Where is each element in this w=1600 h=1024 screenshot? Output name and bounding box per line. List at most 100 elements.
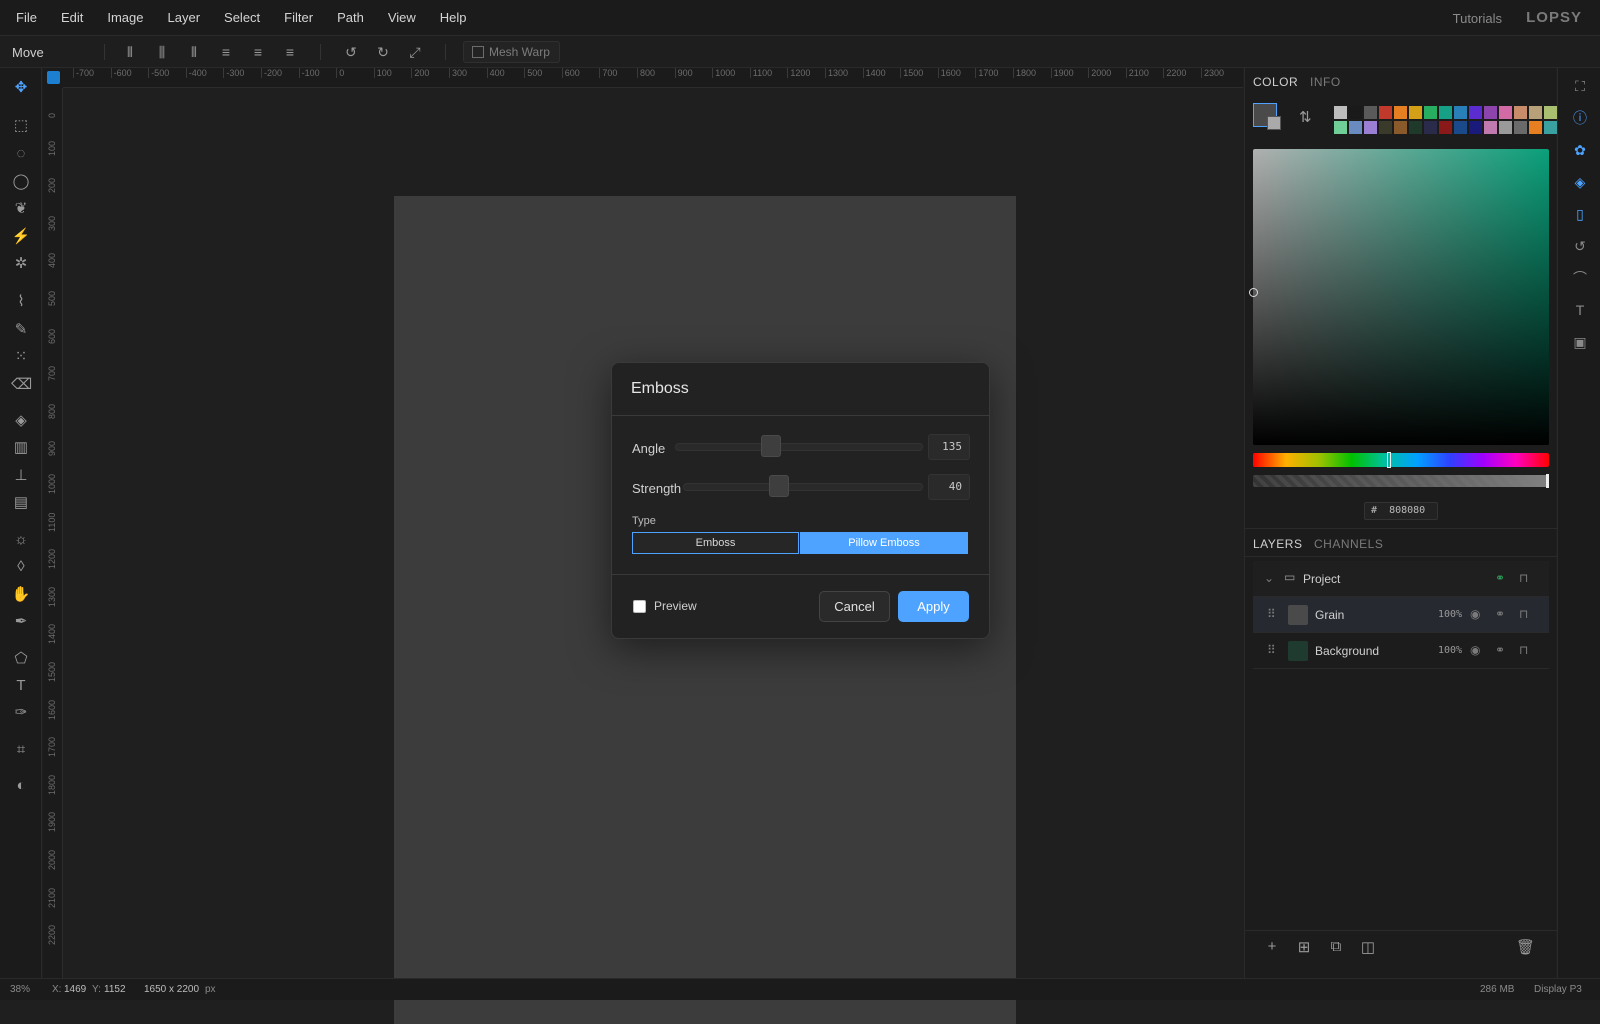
color-swatch[interactable] [1544, 106, 1557, 119]
spray-tool-icon[interactable]: ⁙ [11, 347, 31, 367]
cancel-button[interactable]: Cancel [819, 591, 890, 622]
color-swatch[interactable] [1469, 106, 1482, 119]
alpha-slider[interactable] [1253, 474, 1549, 488]
ruler-origin-button[interactable] [47, 71, 60, 84]
color-swatch[interactable] [1439, 106, 1452, 119]
history-icon[interactable]: ↺ [1571, 237, 1589, 255]
mask-layer-icon[interactable]: ◫ [1359, 938, 1377, 956]
gradient-tool-icon[interactable]: ▥ [11, 438, 31, 458]
duplicate-layer-icon[interactable]: ⧉ [1327, 938, 1345, 955]
zoom-level[interactable]: 38% [10, 984, 30, 995]
align-left-icon[interactable]: ⫴ [120, 42, 140, 62]
crop-tool-icon[interactable]: ⌗ [11, 740, 31, 760]
tab-info[interactable]: INFO [1310, 75, 1341, 89]
info-icon[interactable]: ⓘ [1571, 109, 1589, 127]
color-swatch[interactable] [1544, 121, 1557, 134]
blur-tool-icon[interactable]: ◊ [11, 557, 31, 577]
layer-opacity[interactable]: 100% [1438, 609, 1462, 620]
hue-slider[interactable] [1253, 452, 1549, 468]
color-picker-field[interactable] [1249, 149, 1549, 445]
ellipse-select-tool-icon[interactable]: ◌ [11, 144, 31, 164]
menu-image[interactable]: Image [99, 10, 151, 25]
color-swatch[interactable] [1514, 106, 1527, 119]
layers-icon[interactable]: ◈ [1571, 173, 1589, 191]
color-swatch[interactable] [1409, 106, 1422, 119]
align-middle-v-icon[interactable]: ≡ [248, 42, 268, 62]
menu-path[interactable]: Path [329, 10, 372, 25]
type-emboss-option[interactable]: Emboss [632, 532, 799, 554]
move-tool-icon[interactable]: ✥ [11, 78, 31, 98]
menu-file[interactable]: File [8, 10, 45, 25]
color-swatch[interactable] [1334, 106, 1347, 119]
pen-tool-icon[interactable]: ✑ [11, 703, 31, 723]
align-bottom-icon[interactable]: ≡ [280, 42, 300, 62]
color-swatch[interactable] [1364, 106, 1377, 119]
quick-select-tool-icon[interactable]: ❦ [11, 199, 31, 219]
color-swatch[interactable] [1424, 121, 1437, 134]
strength-slider-handle[interactable] [769, 475, 789, 497]
color-picker-cursor[interactable] [1249, 288, 1258, 297]
color-swatch[interactable] [1529, 121, 1542, 134]
color-swatch[interactable] [1349, 106, 1362, 119]
color-swatch[interactable] [1394, 106, 1407, 119]
menu-layer[interactable]: Layer [160, 10, 209, 25]
strength-slider[interactable] [683, 483, 923, 491]
angle-slider-handle[interactable] [761, 435, 781, 457]
eye-icon[interactable]: ◉ [1470, 643, 1480, 657]
color-swatch[interactable] [1379, 121, 1392, 134]
bucket-tool-icon[interactable]: ◈ [11, 411, 31, 431]
brush-tool-icon[interactable]: ⌇ [11, 292, 31, 312]
text-tool-icon[interactable]: T [11, 676, 31, 696]
stamp-tool-icon[interactable]: ⊥ [11, 466, 31, 486]
eye-icon[interactable]: ◉ [1470, 607, 1480, 621]
eyedropper-tool-icon[interactable]: ✒ [11, 612, 31, 632]
palette-icon[interactable]: ✿ [1571, 141, 1589, 159]
layer-group-row[interactable]: ⌄ ▭ Project ⚭ ⊓ [1253, 561, 1549, 597]
alpha-slider-handle[interactable] [1546, 474, 1549, 488]
tab-color[interactable]: COLOR [1253, 75, 1298, 89]
color-swatch[interactable] [1439, 121, 1452, 134]
hand-tool-icon[interactable]: ✋ [11, 585, 31, 605]
mesh-warp-button[interactable]: Mesh Warp [463, 41, 560, 63]
vertical-ruler[interactable]: 0 100 200 300 400 500 600 700 800 900 1000 1100 1200… [43, 88, 63, 978]
paths-icon[interactable]: ⌒ [1571, 269, 1589, 287]
chevron-down-icon[interactable]: ⌄ [1264, 571, 1274, 585]
color-swatch[interactable] [1514, 121, 1527, 134]
link-icon[interactable]: ⚭ [1495, 571, 1505, 585]
color-swatch[interactable] [1334, 121, 1347, 134]
rect-select-tool-icon[interactable]: ⬚ [11, 116, 31, 136]
color-swatch[interactable] [1469, 121, 1482, 134]
map-icon[interactable]: ⛶ [1571, 77, 1589, 95]
rotate-ccw-icon[interactable]: ↺ [341, 42, 361, 62]
lasso-tool-icon[interactable]: ◯ [11, 172, 31, 192]
color-swatch[interactable] [1349, 121, 1362, 134]
color-swatch[interactable] [1424, 106, 1437, 119]
rotate-cw-icon[interactable]: ↻ [373, 42, 393, 62]
tab-layers[interactable]: LAYERS [1253, 537, 1302, 551]
layer-row[interactable]: ⠿ Background 100% ◉ ⚭ ⊓ [1253, 633, 1549, 669]
color-swatch[interactable] [1454, 121, 1467, 134]
tab-channels[interactable]: CHANNELS [1314, 537, 1383, 551]
menu-view[interactable]: View [380, 10, 424, 25]
align-right-icon[interactable]: ⫴ [184, 42, 204, 62]
character-icon[interactable]: T [1571, 301, 1589, 319]
link-icon[interactable]: ⚭ [1495, 607, 1505, 621]
color-swatch[interactable] [1409, 121, 1422, 134]
color-swatch[interactable] [1529, 106, 1542, 119]
color-swatch[interactable] [1379, 106, 1392, 119]
dodge-tool-icon[interactable]: ☼ [11, 530, 31, 550]
color-swatch[interactable] [1454, 106, 1467, 119]
menu-select[interactable]: Select [216, 10, 268, 25]
strength-input[interactable]: 40 [928, 474, 970, 500]
new-group-icon[interactable]: ⊞ [1295, 938, 1313, 956]
pattern-tool-icon[interactable]: ▤ [11, 493, 31, 513]
menu-filter[interactable]: Filter [276, 10, 321, 25]
layer-row[interactable]: ⠿ Grain 100% ◉ ⚭ ⊓ [1253, 597, 1549, 633]
link-icon[interactable]: ⚭ [1495, 643, 1505, 657]
eraser-tool-icon[interactable]: ⌫ [11, 375, 32, 395]
tutorials-link[interactable]: Tutorials [1453, 11, 1502, 26]
image-adjust-icon[interactable]: ▣ [1571, 333, 1589, 351]
drag-handle-icon[interactable]: ⠿ [1267, 643, 1276, 657]
lock-icon[interactable]: ⊓ [1519, 607, 1528, 621]
horizontal-ruler[interactable]: -700 -600 -500 -400 -300 -200 -100 0 100 200 300 40… [63, 68, 1243, 88]
